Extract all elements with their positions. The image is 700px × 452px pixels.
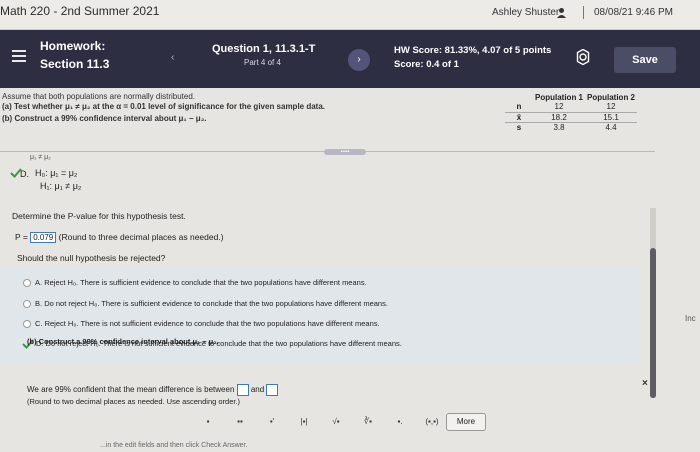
cube-root-button[interactable]: ∛▪	[358, 413, 378, 431]
sqrt-button[interactable]: √▪	[326, 413, 346, 431]
user-name[interactable]: Ashley Shuster	[492, 7, 559, 18]
homework-header: Homework: Section 11.3 ‹ Question 1, 11.…	[0, 30, 700, 88]
hw-score: HW Score: 81.33%, 4.07 of 5 points	[394, 45, 552, 56]
radio-button[interactable]	[23, 320, 31, 329]
pvalue-instruction: Determine the P-value for this hypothesi…	[12, 211, 186, 221]
question-part-a: (a) Test whether μ₁ ≠ μ₂ at the α = 0.01…	[2, 102, 326, 111]
question-title: Question 1, 11.3.1-T	[212, 43, 316, 55]
table-row: x̄ 18.2 15.1	[505, 112, 637, 123]
question-part: Part 4 of 4	[244, 58, 281, 67]
course-title: Math 220 - 2nd Summer 2021	[0, 4, 160, 18]
reject-options: A. Reject H₀. There is sufficient eviden…	[0, 268, 640, 364]
confidence-note: (Round to two decimal places as needed. …	[27, 397, 241, 406]
pvalue-input[interactable]: 0.079	[30, 232, 57, 243]
homework-section: Section 11.3	[40, 57, 110, 71]
option-b[interactable]: B. Do not reject H₀. There is sufficient…	[23, 299, 388, 309]
decimal-button[interactable]: ▪.	[390, 413, 410, 431]
table-header	[505, 92, 533, 102]
gear-icon[interactable]	[575, 49, 591, 65]
pvalue-prefix: P =	[15, 232, 28, 242]
table-header: Population 2	[587, 92, 635, 102]
scrollbar-thumb[interactable]	[650, 248, 656, 398]
previous-question-button[interactable]: ‹	[171, 52, 174, 63]
question-content: Assume that both populations are normall…	[0, 88, 700, 452]
sample-data-table: Population 1 Population 2 n 12 12 x̄ 18.…	[505, 92, 637, 132]
upper-bound-input[interactable]	[266, 384, 279, 396]
separator	[583, 6, 584, 19]
pvalue-row: P = 0.079 (Round to three decimal places…	[15, 232, 224, 243]
radio-button[interactable]	[23, 300, 31, 309]
save-button[interactable]: Save	[614, 47, 676, 73]
lower-bound-input[interactable]	[236, 384, 249, 396]
hypothesis-h0: H₀: μ₁ = μ₂	[35, 168, 78, 178]
footer-instruction: ...in the edit fields and then click Che…	[100, 442, 248, 449]
close-icon[interactable]: ×	[642, 378, 648, 389]
homework-label: Homework:	[40, 39, 106, 53]
table-row: n 12 12	[505, 102, 637, 113]
confidence-sentence: We are 99% confident that the mean diffe…	[27, 384, 279, 396]
absolute-value-button[interactable]: |▪|	[294, 413, 314, 431]
more-button[interactable]: More	[446, 413, 486, 431]
reject-question: Should the null hypothesis be rejected?	[17, 253, 166, 263]
table-header: Population 1	[535, 92, 583, 102]
interval-button[interactable]: (▪,▪)	[420, 413, 444, 431]
option-a[interactable]: A. Reject H₀. There is sufficient eviden…	[23, 278, 367, 288]
confidence-label: (b) Construct a 99% confidence interval …	[27, 337, 219, 346]
table-row: s 3.8 4.4	[516, 122, 617, 132]
option-c[interactable]: C. Reject H₀. There is not sufficient ev…	[23, 319, 380, 329]
top-bar: Math 220 - 2nd Summer 2021 Ashley Shuste…	[0, 0, 700, 30]
hypothesis-option-letter: D.	[20, 169, 29, 179]
mixed-number-button[interactable]: ▪▪	[230, 413, 250, 431]
hypothesis-cut-text: μ₁ ≠ μ₂	[30, 154, 51, 161]
user-icon	[557, 8, 566, 18]
hypothesis-h1: H₁: μ₁ ≠ μ₂	[40, 181, 82, 191]
fraction-button[interactable]: ▪	[198, 413, 218, 431]
scrollbar[interactable]	[650, 208, 656, 398]
radio-button[interactable]	[23, 279, 31, 288]
datetime: 08/08/21 9:46 PM	[594, 7, 673, 18]
answer-area: μ₁ ≠ μ₂ D. H₀: μ₁ = μ₂ H₁: μ₁ ≠ μ₂ Deter…	[0, 154, 660, 394]
menu-icon[interactable]	[12, 50, 26, 62]
question-part-b: (b) Construct a 99% confidence interval …	[2, 114, 207, 123]
edge-text: Inc	[685, 314, 696, 323]
exponent-button[interactable]: ▪′	[262, 413, 282, 431]
next-question-button[interactable]: ›	[348, 49, 370, 71]
question-score: Score: 0.4 of 1	[394, 59, 459, 70]
pvalue-note: (Round to three decimal places as needed…	[58, 232, 224, 242]
question-stem: Assume that both populations are normall…	[2, 92, 195, 101]
